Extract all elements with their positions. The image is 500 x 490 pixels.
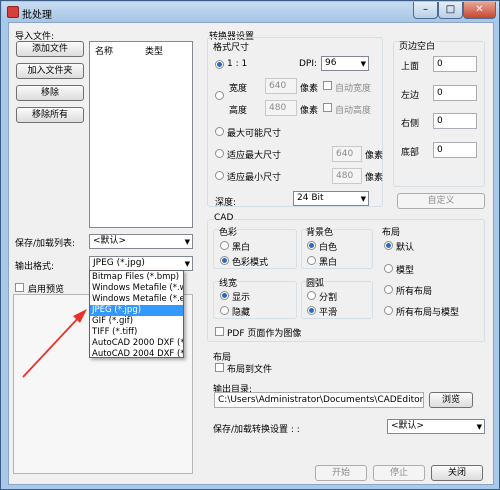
annotation-arrow-icon <box>22 309 87 378</box>
batch-window: 批处理 – □ ✕ 导入文件: 添加文件 加入文件夹 移除 移除所有 名称 类型… <box>0 0 500 490</box>
